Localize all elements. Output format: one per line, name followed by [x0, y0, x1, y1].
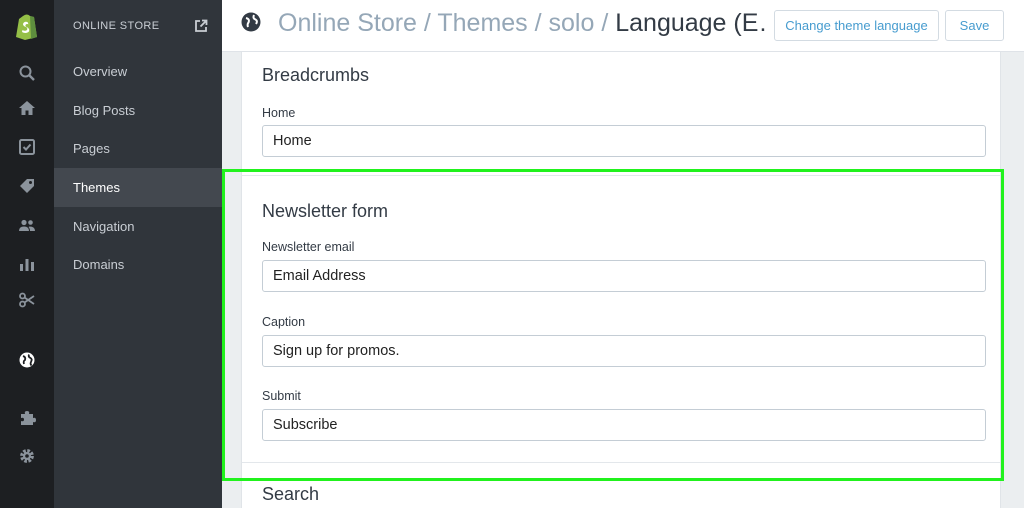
settings-gear-icon[interactable]	[17, 446, 37, 466]
field-label-submit: Submit	[262, 389, 301, 403]
page-header: Online Store / Themes / solo / Language …	[222, 0, 1024, 52]
search-icon[interactable]	[17, 63, 37, 83]
online-store-subnav: ONLINE STORE Overview Blog Posts Pages T…	[54, 0, 222, 508]
tag-icon[interactable]	[17, 176, 37, 196]
subnav-item-domains[interactable]: Domains	[54, 245, 222, 284]
page-title: Language (E…	[615, 9, 768, 37]
apps-puzzle-icon[interactable]	[17, 408, 37, 428]
customers-icon[interactable]	[17, 215, 37, 235]
field-label-home: Home	[262, 106, 296, 120]
section-title-search: Search	[262, 484, 320, 504]
newsletter-email-input[interactable]	[262, 260, 986, 292]
section-title-newsletter-form: Newsletter form	[262, 201, 389, 221]
section-divider	[242, 462, 1000, 463]
external-link-icon[interactable]	[194, 19, 208, 33]
shopify-logo-icon[interactable]	[14, 12, 40, 40]
app-icon-rail	[0, 0, 54, 508]
discounts-icon[interactable]	[17, 290, 37, 310]
section-divider	[242, 175, 1000, 176]
caption-input[interactable]	[262, 335, 986, 367]
section-title-breadcrumbs: Breadcrumbs	[262, 65, 370, 85]
subnav-section-label: ONLINE STORE	[73, 20, 160, 32]
breadcrumb-separator: /	[527, 9, 549, 37]
submit-input[interactable]	[262, 409, 986, 441]
language-editor-card: Breadcrumbs Home Newsletter form Newslet…	[241, 52, 1001, 508]
breadcrumb: Online Store / Themes / solo / Language …	[278, 9, 768, 38]
subnav-item-themes[interactable]: Themes	[54, 168, 222, 207]
breadcrumb-themes[interactable]: Themes	[437, 9, 527, 37]
home-icon[interactable]	[17, 98, 37, 118]
change-theme-language-button[interactable]: Change theme language	[774, 10, 939, 41]
breadcrumb-separator: /	[594, 9, 616, 37]
breadcrumb-solo[interactable]: solo	[549, 9, 595, 37]
subnav-header: ONLINE STORE	[54, 0, 222, 52]
orders-icon[interactable]	[17, 137, 37, 157]
field-label-newsletter-email: Newsletter email	[262, 240, 355, 254]
breadcrumb-separator: /	[416, 9, 438, 37]
breadcrumb-online-store[interactable]: Online Store	[278, 9, 417, 37]
field-label-caption: Caption	[262, 315, 306, 329]
home-input[interactable]	[262, 125, 986, 157]
online-store-globe-icon[interactable]	[17, 350, 37, 370]
subnav-item-overview[interactable]: Overview	[54, 52, 222, 91]
save-button[interactable]: Save	[945, 10, 1004, 41]
page-type-icon	[240, 11, 262, 33]
reports-icon[interactable]	[17, 254, 37, 274]
subnav-item-navigation[interactable]: Navigation	[54, 207, 222, 246]
subnav-item-blog-posts[interactable]: Blog Posts	[54, 91, 222, 130]
subnav-item-pages[interactable]: Pages	[54, 129, 222, 168]
